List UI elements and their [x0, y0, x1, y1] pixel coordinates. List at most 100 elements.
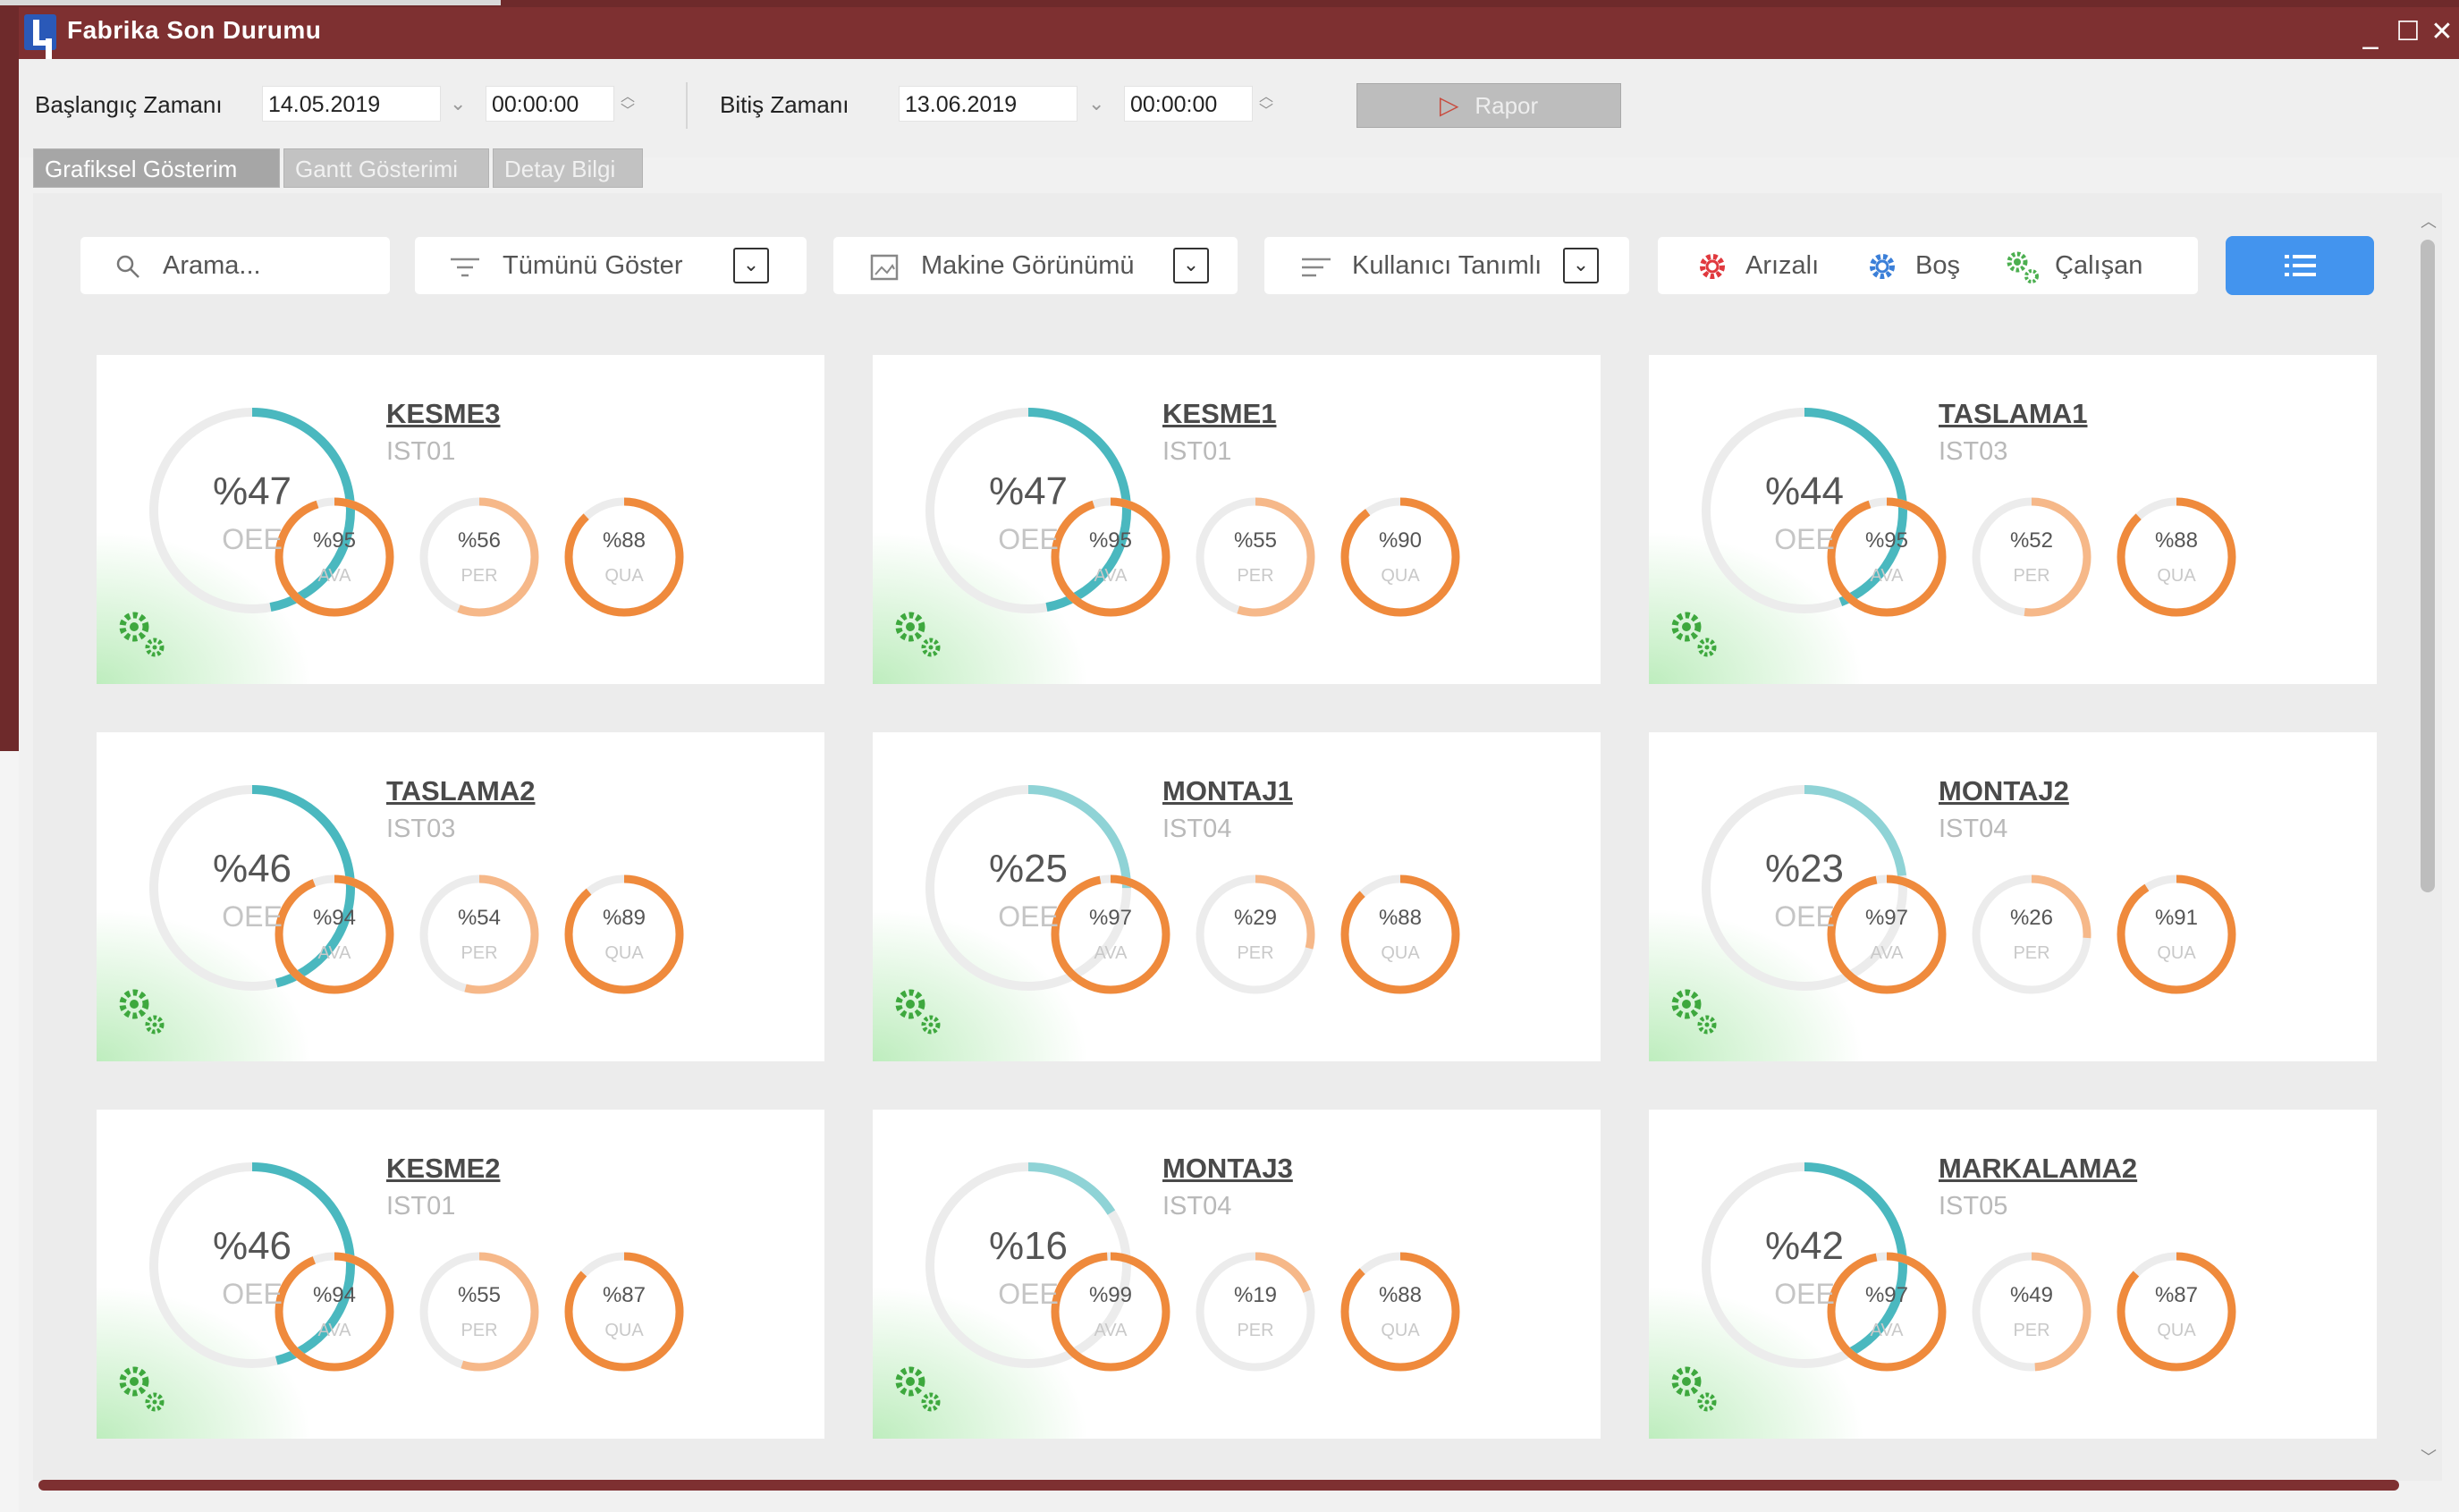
search-input[interactable]: Arama... [163, 237, 261, 294]
oee-value: %47 [988, 469, 1069, 513]
per-label: PER [1237, 566, 1274, 586]
scroll-down-icon[interactable]: ﹀ [2419, 1445, 2438, 1467]
date-toolbar: Başlangıç Zamanı 14.05.2019 ⌄ 00:00:00 ︿… [19, 59, 2459, 157]
list-icon [2285, 255, 2316, 276]
machine-card-montaj1[interactable]: MONTAJ1 IST04 %25 OEE %97 AVA %29 PER %8… [872, 731, 1601, 1062]
qua-label: QUA [604, 1321, 644, 1340]
ava-label: AVA [317, 943, 351, 963]
qua-value: %89 [602, 906, 646, 930]
end-date-dropdown-icon[interactable]: ⌄ [1088, 93, 1104, 115]
per-value: %52 [2009, 528, 2054, 553]
ava-value: %95 [1864, 528, 1909, 553]
qua-value: %88 [1378, 1283, 1423, 1307]
qua-label: QUA [2157, 566, 2196, 586]
per-label: PER [1237, 1321, 1274, 1340]
end-time-input[interactable]: 00:00:00 [1124, 86, 1253, 122]
ava-value: %99 [1088, 1283, 1133, 1307]
sort-filter-dropdown[interactable]: Kullanıcı Tanımlı ⌄ [1263, 236, 1630, 295]
machine-name-link[interactable]: MONTAJ3 [1162, 1153, 1293, 1185]
factory-status-window: Fabrika Son Durumu _ ☐ ✕ Başlangıç Zaman… [19, 7, 2459, 1512]
horizontal-scrollbar[interactable] [38, 1480, 2399, 1491]
sort-filter-label: Kullanıcı Tanımlı [1352, 251, 1542, 280]
gear-green-icon [2007, 251, 2039, 283]
machine-name-link[interactable]: MONTAJ2 [1939, 775, 2069, 807]
per-value: %29 [1233, 906, 1278, 930]
oee-value: %44 [1764, 469, 1845, 513]
machine-card-kesme3[interactable]: KESME3 IST01 %47 OEE %95 AVA %56 PER %88… [96, 354, 825, 685]
ava-label: AVA [1870, 1321, 1904, 1340]
report-button[interactable]: ▷ Rapor [1356, 83, 1621, 128]
start-time-spinner-icon[interactable]: ︿ ﹀ [618, 89, 638, 118]
per-label: PER [2013, 1321, 2050, 1340]
per-value: %55 [457, 1283, 502, 1307]
machine-card-taslama1[interactable]: TASLAMA1 IST03 %44 OEE %95 AVA %52 PER %… [1648, 354, 2378, 685]
ava-value: %97 [1864, 906, 1909, 930]
end-date-input[interactable]: 13.06.2019 [899, 86, 1077, 122]
maximize-button[interactable]: ☐ [2390, 14, 2426, 50]
machine-name-link[interactable]: TASLAMA1 [1939, 398, 2087, 430]
machine-name-link[interactable]: KESME3 [386, 398, 500, 430]
ava-label: AVA [317, 566, 351, 586]
ava-label: AVA [1094, 943, 1128, 963]
machine-station: IST03 [386, 815, 456, 843]
qua-arc [2117, 497, 2236, 617]
sort-icon [1302, 258, 1331, 277]
app-logo-icon [24, 14, 56, 50]
tab-graphical-view[interactable]: Grafiksel Gösterim [33, 148, 280, 188]
ava-label: AVA [1094, 566, 1128, 586]
dashboard-content: Arama... Tümünü Göster ⌄ Makine Görünümü… [33, 193, 2429, 1481]
filter-icon [451, 258, 479, 277]
chevron-down-icon[interactable]: ⌄ [1173, 248, 1209, 283]
ava-value: %94 [312, 906, 357, 930]
view-filter-dropdown[interactable]: Makine Görünümü ⌄ [832, 236, 1238, 295]
machine-name-link[interactable]: MONTAJ1 [1162, 775, 1293, 807]
background-window-fragment [0, 751, 19, 1512]
qua-value: %88 [602, 528, 646, 553]
ava-value: %97 [1088, 906, 1133, 930]
end-time-spinner-icon[interactable]: ︿ ﹀ [1256, 89, 1276, 118]
machine-card-kesme1[interactable]: KESME1 IST01 %47 OEE %95 AVA %55 PER %90… [872, 354, 1601, 685]
start-date-input[interactable]: 14.05.2019 [262, 86, 441, 122]
legend-faulty-label: Arızalı [1745, 251, 1820, 280]
machine-name-link[interactable]: KESME1 [1162, 398, 1276, 430]
ava-label: AVA [1870, 943, 1904, 963]
tab-gantt-view[interactable]: Gantt Gösterimi [283, 148, 489, 188]
scrollbar-thumb[interactable] [2421, 240, 2435, 892]
start-time-input[interactable]: 00:00:00 [486, 86, 614, 122]
gear-green-icon [1671, 989, 1717, 1035]
gear-green-icon [119, 1366, 165, 1412]
per-value: %19 [1233, 1283, 1278, 1307]
machine-name-link[interactable]: KESME2 [386, 1153, 500, 1185]
machine-card-markalama2[interactable]: MARKALAMA2 IST05 %42 OEE %97 AVA %49 PER… [1648, 1109, 2378, 1440]
gear-blue-icon [1870, 254, 1895, 279]
machine-card-montaj3[interactable]: MONTAJ3 IST04 %16 OEE %99 AVA %19 PER %8… [872, 1109, 1601, 1440]
show-filter-label: Tümünü Göster [503, 251, 683, 280]
search-box[interactable]: Arama... [80, 236, 391, 295]
vertical-scrollbar[interactable]: ︿ ﹀ [2415, 193, 2442, 1481]
machine-card-montaj2[interactable]: MONTAJ2 IST04 %23 OEE %97 AVA %26 PER %9… [1648, 731, 2378, 1062]
oee-value: %25 [988, 847, 1069, 891]
scroll-up-icon[interactable]: ︿ [2419, 209, 2438, 232]
machine-station: IST03 [1939, 437, 2008, 466]
machine-card-taslama2[interactable]: TASLAMA2 IST03 %46 OEE %94 AVA %54 PER %… [96, 731, 825, 1062]
start-date-dropdown-icon[interactable]: ⌄ [450, 93, 466, 115]
machine-card-kesme2[interactable]: KESME2 IST01 %46 OEE %94 AVA %55 PER %87… [96, 1109, 825, 1440]
qua-label: QUA [1381, 1321, 1420, 1340]
gear-green-icon [895, 1366, 941, 1412]
background-window-fragment [0, 0, 501, 5]
list-view-button[interactable] [2226, 236, 2374, 295]
chevron-down-icon[interactable]: ⌄ [733, 248, 769, 283]
machine-name-link[interactable]: MARKALAMA2 [1939, 1153, 2137, 1185]
machine-station: IST04 [1939, 815, 2008, 843]
legend-running-label: Çalışan [2055, 251, 2143, 280]
ava-label: AVA [1094, 1321, 1128, 1340]
machine-name-link[interactable]: TASLAMA2 [386, 775, 535, 807]
start-time-label: Başlangıç Zamanı [35, 91, 223, 118]
minimize-button[interactable]: _ [2353, 14, 2388, 50]
show-filter-dropdown[interactable]: Tümünü Göster ⌄ [414, 236, 807, 295]
close-button[interactable]: ✕ [2424, 14, 2459, 50]
oee-value: %42 [1764, 1224, 1845, 1268]
machine-station: IST01 [1162, 437, 1232, 466]
chevron-down-icon[interactable]: ⌄ [1563, 248, 1599, 283]
tab-detail-info[interactable]: Detay Bilgi [493, 148, 643, 188]
